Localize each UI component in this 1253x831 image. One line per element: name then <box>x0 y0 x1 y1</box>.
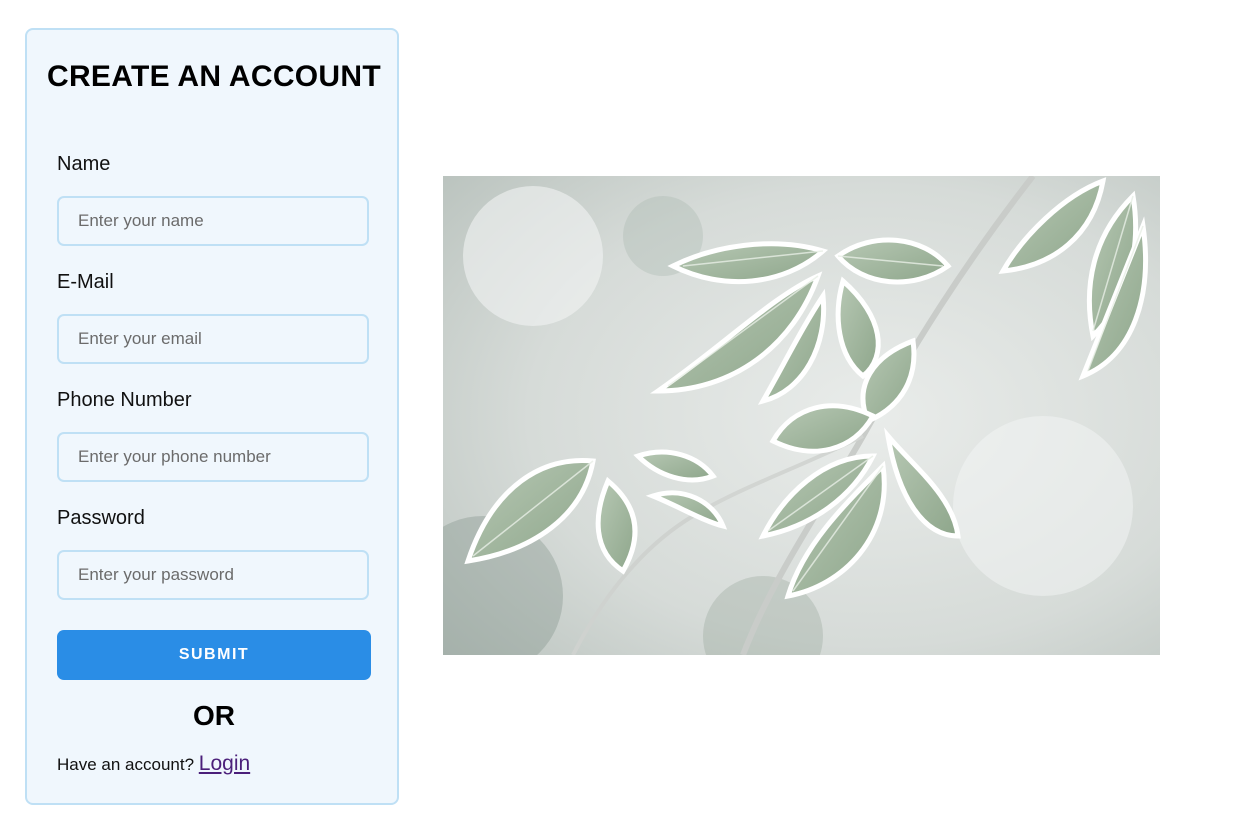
phone-label: Phone Number <box>57 389 192 411</box>
password-input[interactable] <box>57 550 369 600</box>
frosted-leaves-illustration <box>443 176 1160 655</box>
email-label: E-Mail <box>57 271 114 293</box>
form-title: CREATE AN ACCOUNT <box>47 60 381 93</box>
or-divider: OR <box>193 700 235 731</box>
submit-button[interactable]: SUBMIT <box>57 630 371 680</box>
name-input[interactable] <box>57 196 369 246</box>
signup-page: CREATE AN ACCOUNT Name E-Mail Phone Numb… <box>0 0 1253 831</box>
email-input[interactable] <box>57 314 369 364</box>
login-prompt-line: Have an account? Login <box>57 752 250 776</box>
name-label: Name <box>57 153 111 175</box>
password-label: Password <box>57 507 145 529</box>
signup-form-card: CREATE AN ACCOUNT Name E-Mail Phone Numb… <box>25 28 399 805</box>
hero-image <box>443 176 1160 655</box>
login-link[interactable]: Login <box>199 752 250 775</box>
login-prompt-text: Have an account? <box>57 755 195 774</box>
phone-input[interactable] <box>57 432 369 482</box>
